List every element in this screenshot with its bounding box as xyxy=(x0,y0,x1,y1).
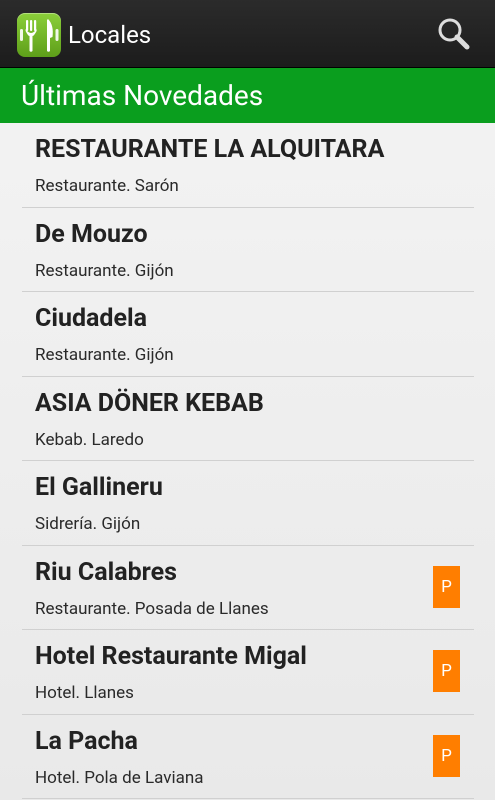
item-name: RESTAURANTE LA ALQUITARA xyxy=(35,135,385,164)
search-icon xyxy=(438,18,470,50)
item-name: De Mouzo xyxy=(35,219,148,249)
item-subtitle: Restaurante. Sarón xyxy=(35,176,179,196)
item-name: La Pacha xyxy=(35,726,138,756)
item-subtitle: Hotel. Llanes xyxy=(35,683,134,703)
item-name: Hotel Restaurante Migal xyxy=(35,642,307,671)
p-badge: P xyxy=(433,565,460,608)
list-item[interactable]: RESTAURANTE LA ALQUITARA Restaurante. Sa… xyxy=(0,123,495,208)
list-item[interactable]: Ciudadela Restaurante. Gijón xyxy=(0,292,495,377)
list-item[interactable]: ASIA DÖNER KEBAB Kebab. Laredo xyxy=(0,377,495,461)
list-item[interactable]: Riu Calabres Restaurante. Posada de Llan… xyxy=(0,546,495,630)
p-badge: P xyxy=(433,734,460,777)
action-bar: Locales xyxy=(0,0,495,68)
item-subtitle: Restaurante. Gijón xyxy=(35,260,174,281)
item-subtitle: Kebab. Laredo xyxy=(35,429,144,450)
list-item[interactable]: Hotel Restaurante Migal Hotel. Llanes P xyxy=(0,630,495,715)
list-item[interactable]: La Pacha Hotel. Pola de Laviana P xyxy=(0,715,495,799)
section-header: Últimas Novedades xyxy=(0,68,495,123)
list-item[interactable]: De Mouzo Restaurante. Gijón xyxy=(0,208,495,292)
divider xyxy=(22,798,474,799)
item-subtitle: Restaurante. Posada de Llanes xyxy=(35,598,269,619)
item-subtitle: Sidrería. Gijón xyxy=(35,514,141,534)
item-name: Ciudadela xyxy=(35,304,147,333)
search-button[interactable] xyxy=(432,14,476,54)
app-screen: Locales Últimas Novedades RESTAURANTE LA… xyxy=(0,0,495,800)
item-subtitle: Hotel. Pola de Laviana xyxy=(35,767,204,788)
app-title: Locales xyxy=(68,21,152,49)
item-name: ASIA DÖNER KEBAB xyxy=(35,388,264,418)
list-item[interactable]: El Gallineru Sidrería. Gijón xyxy=(0,461,495,546)
fork-knife-icon-graphic xyxy=(20,19,59,52)
p-badge: P xyxy=(433,650,460,692)
item-name: Riu Calabres xyxy=(35,557,177,587)
section-title: Últimas Novedades xyxy=(21,79,264,112)
item-subtitle: Restaurante. Gijón xyxy=(35,345,174,365)
item-name: El Gallineru xyxy=(35,473,163,502)
venue-list: RESTAURANTE LA ALQUITARA Restaurante. Sa… xyxy=(0,123,495,799)
fork-knife-icon[interactable] xyxy=(17,13,61,57)
